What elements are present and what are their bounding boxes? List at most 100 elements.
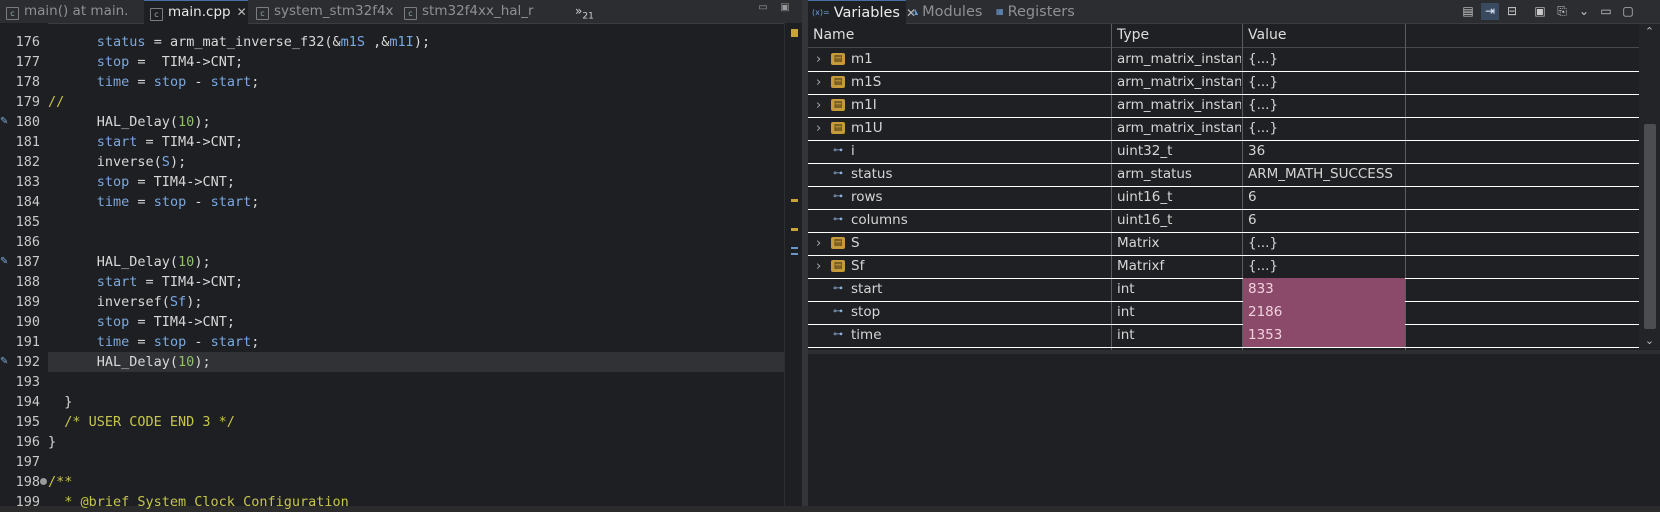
line-number: 178 xyxy=(15,74,40,90)
variable-value[interactable]: {...} xyxy=(1243,232,1405,255)
scroll-down-icon[interactable]: ⌄ xyxy=(1643,335,1656,347)
show-logical-structure-icon[interactable]: ⇥ xyxy=(1481,3,1499,20)
variable-row[interactable]: ⊶ i uint32_t 36 xyxy=(808,140,1639,164)
column-header-value[interactable]: Value xyxy=(1243,24,1410,47)
code-line[interactable]: status = arm_mat_inverse_f32(&m1S ,&m1I)… xyxy=(48,32,784,52)
editor-maximize-icon[interactable]: ▣ xyxy=(778,3,792,13)
code-line[interactable]: start = TIM4->CNT; xyxy=(48,132,784,152)
variable-row[interactable]: › ▤ S Matrix {...} xyxy=(808,232,1639,256)
code-line[interactable]: start = TIM4->CNT; xyxy=(48,272,784,292)
remove-global-variables-icon[interactable]: ⎘ xyxy=(1553,3,1571,20)
close-tab-icon[interactable]: ✕ xyxy=(237,5,247,19)
view-menu-icon[interactable]: ⌄ xyxy=(1575,3,1593,20)
variable-value[interactable]: {...} xyxy=(1243,48,1405,71)
variable-value[interactable]: 6 xyxy=(1243,209,1405,232)
variable-value[interactable]: 36 xyxy=(1243,140,1405,163)
variable-value[interactable]: 2186 xyxy=(1243,301,1405,324)
variable-row[interactable]: ⊶ time int 1353 xyxy=(808,324,1639,348)
variable-row[interactable]: ⊶ start int 833 xyxy=(808,278,1639,302)
editor-tab[interactable]: c stm32f4xx_hal_r xyxy=(398,0,540,23)
code-line[interactable]: inverse(S); xyxy=(48,152,784,172)
code-line[interactable]: stop = TIM4->CNT; xyxy=(48,312,784,332)
current-code-line[interactable]: HAL_Delay(10); xyxy=(48,352,784,372)
code-line[interactable] xyxy=(48,452,784,472)
c-file-icon: c xyxy=(256,7,269,20)
tab-overflow-button[interactable]: »21 xyxy=(575,0,594,23)
code-line[interactable]: inversef(Sf); xyxy=(48,292,784,312)
expand-chevron-icon[interactable]: › xyxy=(816,117,821,140)
variable-value[interactable]: ARM_MATH_SUCCESS xyxy=(1243,163,1405,186)
code-line[interactable]: stop = TIM4->CNT; xyxy=(48,52,784,72)
minimize-icon[interactable]: ▭ xyxy=(1597,3,1615,20)
modules-icon: ◮ xyxy=(912,7,919,16)
overview-marker[interactable] xyxy=(791,228,798,231)
code-area[interactable]: status = arm_mat_inverse_f32(&m1S ,&m1I)… xyxy=(48,23,784,510)
expand-chevron-icon[interactable]: › xyxy=(816,255,821,278)
variable-value[interactable]: {...} xyxy=(1243,117,1405,140)
code-line[interactable]: /* USER CODE END 3 */ xyxy=(48,412,784,432)
code-line[interactable] xyxy=(48,372,784,392)
variable-value[interactable]: {...} xyxy=(1243,71,1405,94)
editor-tab[interactable]: c main() at main. xyxy=(0,0,140,23)
variables-scrollbar[interactable]: ⌃ ⌄ xyxy=(1639,24,1660,349)
code-line[interactable]: // xyxy=(48,92,784,112)
variable-row[interactable]: ⊶ rows uint16_t 6 xyxy=(808,186,1639,210)
code-line[interactable]: time = stop - start; xyxy=(48,72,784,92)
variable-row[interactable]: ⊶ status arm_status ARM_MATH_SUCCESS xyxy=(808,163,1639,187)
collapse-all-icon[interactable]: ⊟ xyxy=(1503,3,1521,20)
expand-chevron-icon[interactable]: › xyxy=(816,232,821,255)
view-tab[interactable]: ▦ Registers xyxy=(992,0,1088,23)
variable-value[interactable]: 833 xyxy=(1243,278,1405,301)
overview-ruler[interactable] xyxy=(784,23,803,506)
breakpoint-icon[interactable]: ✎ xyxy=(0,116,9,128)
column-header-name[interactable]: Name xyxy=(808,24,1116,47)
show-type-names-icon[interactable]: ▤ xyxy=(1459,3,1477,20)
instruction-pointer-icon[interactable]: ✎ xyxy=(0,356,9,368)
scrollbar-thumb[interactable] xyxy=(1644,124,1656,329)
variable-row[interactable]: › ▤ m1 arm_matrix_instan...{...} xyxy=(808,48,1639,72)
variable-name: columns xyxy=(851,212,908,228)
add-global-variables-icon[interactable]: ▣ xyxy=(1531,3,1549,20)
view-tab[interactable]: (x)= Variables ✕ xyxy=(808,0,916,24)
code-line[interactable] xyxy=(48,232,784,252)
expand-chevron-icon[interactable]: › xyxy=(816,71,821,94)
variable-row[interactable]: › ▤ m1S arm_matrix_instan...{...} xyxy=(808,71,1639,95)
code-line[interactable]: HAL_Delay(10); xyxy=(48,252,784,272)
overview-marker[interactable] xyxy=(791,29,798,37)
variable-value[interactable]: {...} xyxy=(1243,255,1405,278)
code-line[interactable]: * @brief System Clock Configuration xyxy=(48,492,784,512)
overview-marker[interactable] xyxy=(791,253,798,255)
expand-chevron-icon[interactable]: › xyxy=(816,94,821,117)
code-line[interactable]: HAL_Delay(10); xyxy=(48,112,784,132)
code-line[interactable]: } xyxy=(48,392,784,412)
line-number-gutter[interactable]: 176 177 178 179 180 ✎ 181 182 183 184 185 186 187 ✎ 18… xyxy=(0,23,48,510)
fold-toggle-icon[interactable] xyxy=(40,478,47,485)
code-line[interactable] xyxy=(48,212,784,232)
code-line[interactable]: } xyxy=(48,432,784,452)
variable-name: stop xyxy=(851,304,881,320)
variable-row[interactable]: › ▤ m1U arm_matrix_instan...{...} xyxy=(808,117,1639,141)
editor-minimize-icon[interactable]: ▭ xyxy=(756,3,770,13)
view-tab[interactable]: ◮ Modules xyxy=(908,0,990,23)
code-line[interactable]: time = stop - start; xyxy=(48,192,784,212)
overview-marker[interactable] xyxy=(791,247,798,249)
code-line[interactable]: time = stop - start; xyxy=(48,332,784,352)
variable-value[interactable]: {...} xyxy=(1243,94,1405,117)
variable-row[interactable]: › ▤ Sf Matrixf {...} xyxy=(808,255,1639,279)
variable-detail-pane[interactable] xyxy=(808,354,1660,506)
expand-chevron-icon[interactable]: › xyxy=(816,48,821,71)
breakpoint-icon[interactable]: ✎ xyxy=(0,256,9,268)
variable-row[interactable]: ⊶ stop int 2186 xyxy=(808,301,1639,325)
maximize-icon[interactable]: ▢ xyxy=(1619,3,1637,20)
variable-row[interactable]: › ▤ m1I arm_matrix_instan...{...} xyxy=(808,94,1639,118)
column-header-type[interactable]: Type xyxy=(1112,24,1247,47)
editor-tab[interactable]: c main.cpp ✕ xyxy=(144,0,248,24)
scroll-up-icon[interactable]: ⌃ xyxy=(1643,26,1656,38)
editor-tab[interactable]: c system_stm32f4x xyxy=(250,0,396,23)
overview-marker[interactable] xyxy=(791,199,798,202)
variable-row[interactable]: ⊶ columns uint16_t 6 xyxy=(808,209,1639,233)
variable-value[interactable]: 1353 xyxy=(1243,324,1405,347)
code-line[interactable]: /** xyxy=(48,472,784,492)
code-line[interactable]: stop = TIM4->CNT; xyxy=(48,172,784,192)
variable-value[interactable]: 6 xyxy=(1243,186,1405,209)
